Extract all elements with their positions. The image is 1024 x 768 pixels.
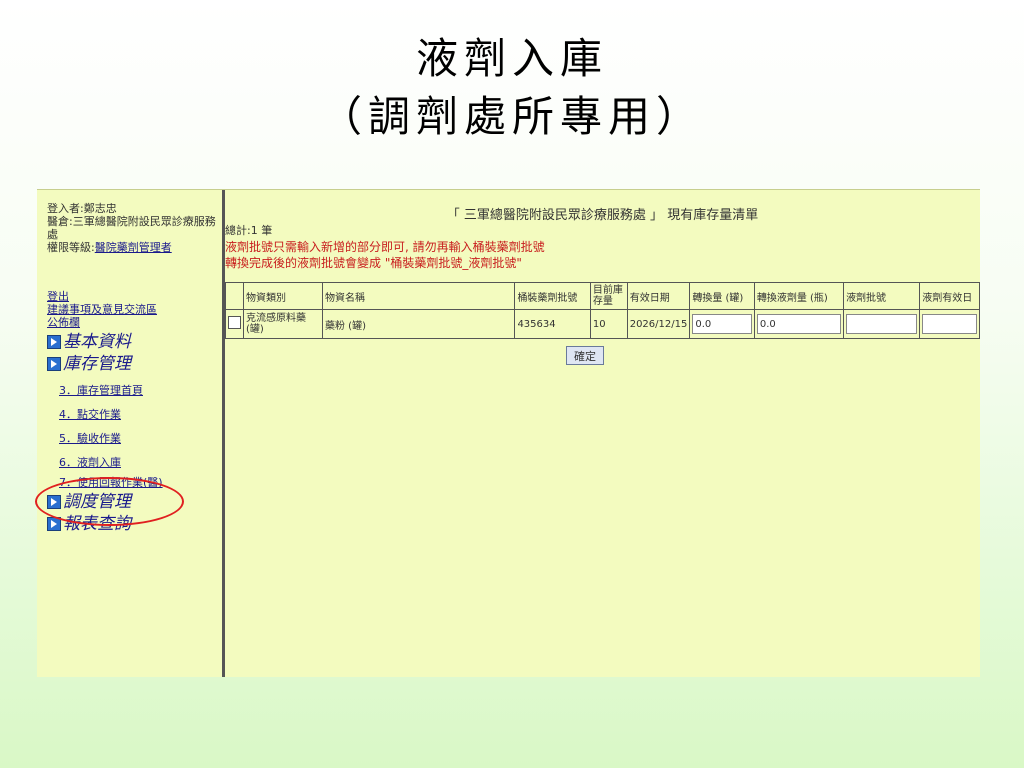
table-header-cell: 轉換液劑量 (瓶) bbox=[753, 282, 845, 310]
category-cell: 克流感原料藥(罐) bbox=[243, 309, 323, 339]
batch-cell: 435634 bbox=[514, 309, 591, 339]
table-header-cell: 液劑批號 bbox=[843, 282, 921, 310]
convert-qty-cell bbox=[689, 309, 755, 339]
permission-row: 權限等級:醫院藥劑管理者 bbox=[47, 241, 219, 254]
menu-label: 庫存管理 bbox=[63, 354, 131, 374]
table-header-row: 物資類別 物資名稱 桶裝藥劑批號 目前庫存量 有效日期 轉換量 (罐) 轉換液劑… bbox=[225, 282, 980, 310]
row-select-cell bbox=[225, 309, 244, 339]
sub-item-liquid-stock-in[interactable]: 6．液劑入庫 bbox=[59, 451, 163, 475]
liquid-expiry-input[interactable] bbox=[922, 314, 977, 334]
bulletin-link[interactable]: 公佈欄 bbox=[47, 316, 80, 329]
play-square-icon bbox=[47, 335, 61, 349]
convert-qty-input[interactable] bbox=[692, 314, 752, 334]
permission-prefix: 權限等級: bbox=[47, 241, 95, 254]
logout-link[interactable]: 登出 bbox=[47, 290, 69, 303]
inventory-table: 物資類別 物資名稱 桶裝藥劑批號 目前庫存量 有效日期 轉換量 (罐) 轉換液劑… bbox=[225, 282, 980, 339]
menu-label: 基本資料 bbox=[63, 332, 131, 352]
menu-basic-data[interactable]: 基本資料 bbox=[47, 331, 163, 353]
user-info: 登入者:鄭志忠 醫倉:三軍總醫院附設民眾診療服務處 權限等級:醫院藥劑管理者 bbox=[47, 202, 219, 254]
main-panel: 「 三軍總醫院附設民眾診療服務處 」 現有庫存量清單 總計:1 筆 液劑批號只需… bbox=[225, 190, 980, 677]
sub-item-acceptance[interactable]: 5．驗收作業 bbox=[59, 427, 163, 451]
table-header-cell: 液劑有效日 bbox=[919, 282, 980, 310]
table-header-cell: 有效日期 bbox=[626, 282, 691, 310]
row-checkbox[interactable] bbox=[228, 316, 241, 329]
confirm-button[interactable]: 確定 bbox=[566, 346, 604, 365]
name-cell: 藥粉 (罐) bbox=[321, 309, 516, 339]
warning-batch-format: 轉換完成後的液劑批號會變成 "桶裝藥劑批號_液劑批號" bbox=[225, 256, 522, 270]
play-square-icon bbox=[47, 357, 61, 371]
table-header-cell: 轉換量 (罐) bbox=[689, 282, 755, 310]
highlight-circle bbox=[35, 477, 184, 526]
convert-liquid-qty-input[interactable] bbox=[756, 314, 842, 334]
stock-cell: 10 bbox=[589, 309, 628, 339]
total-count: 總計:1 筆 bbox=[225, 224, 273, 237]
liquid-batch-input[interactable] bbox=[846, 314, 918, 334]
login-label: 登入者:鄭志忠 bbox=[47, 202, 117, 215]
table-header-cell: 桶裝藥劑批號 bbox=[514, 282, 591, 310]
table-row: 克流感原料藥(罐) 藥粉 (罐) 435634 10 2026/12/15 bbox=[225, 309, 980, 339]
liquid-batch-cell bbox=[843, 309, 921, 339]
app-screenshot: 登入者:鄭志忠 醫倉:三軍總醫院附設民眾診療服務處 權限等級:醫院藥劑管理者 登… bbox=[35, 189, 980, 677]
table-header-cell bbox=[225, 282, 244, 310]
table-header-cell: 物資類別 bbox=[243, 282, 323, 310]
sidebar: 登入者:鄭志忠 醫倉:三軍總醫院附設民眾診療服務處 權限等級:醫院藥劑管理者 登… bbox=[35, 190, 225, 677]
table-header-cell: 目前庫存量 bbox=[589, 282, 628, 310]
convert-liquid-cell bbox=[753, 309, 845, 339]
permission-link[interactable]: 醫院藥劑管理者 bbox=[95, 241, 172, 254]
liquid-expiry-cell bbox=[919, 309, 980, 339]
warehouse-label: 醫倉:三軍總醫院附設民眾診療服務處 bbox=[47, 215, 216, 241]
warning-batch-input: 液劑批號只需輸入新增的部分即可, 請勿再輸入桶裝藥劑批號 bbox=[225, 240, 545, 254]
sub-item-handover[interactable]: 4．點交作業 bbox=[59, 403, 163, 427]
table-header-cell: 物資名稱 bbox=[321, 282, 516, 310]
slide-title-line2: （調劑處所專用） bbox=[319, 92, 704, 141]
inventory-header: 「 三軍總醫院附設民眾診療服務處 」 現有庫存量清單 bbox=[446, 208, 759, 223]
suggestions-link[interactable]: 建議事項及意見交流區 bbox=[47, 303, 157, 316]
sub-item-inventory-home[interactable]: 3．庫存管理首頁 bbox=[59, 379, 163, 403]
expiry-cell: 2026/12/15 bbox=[626, 309, 691, 339]
slide-title-line1: 液劑入庫 bbox=[415, 34, 608, 83]
slide-title: 液劑入庫 （調劑處所專用） bbox=[0, 30, 1024, 146]
menu-inventory[interactable]: 庫存管理 bbox=[47, 353, 163, 375]
